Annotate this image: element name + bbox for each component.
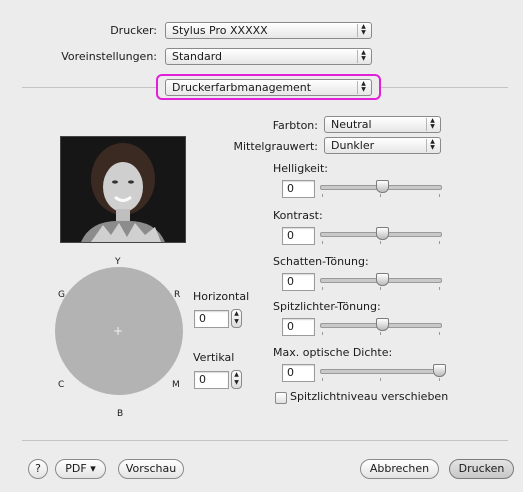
highlight-shift-label: Spitzlichtniveau verschieben xyxy=(290,390,449,403)
highlight-tone-label: Spitzlichter-Tönung: xyxy=(273,300,381,313)
popup-arrows-icon: ▲ ▼ xyxy=(357,81,369,94)
popup-arrows-icon: ▲ ▼ xyxy=(426,118,438,131)
circle-label-m: M xyxy=(172,380,180,390)
help-button[interactable]: ? xyxy=(28,459,48,479)
tone-label: Farbton: xyxy=(272,119,318,132)
printer-label: Drucker: xyxy=(110,24,157,37)
circle-label-c: C xyxy=(58,380,65,390)
slider-knob[interactable] xyxy=(376,227,389,240)
shadow-tone-label: Schatten-Tönung: xyxy=(273,255,369,268)
cancel-button[interactable]: Abbrechen xyxy=(360,459,439,479)
presets-value: Standard xyxy=(172,50,223,63)
circle-center-crosshair: + xyxy=(113,324,124,338)
pdf-button[interactable]: PDF ▾ xyxy=(55,459,106,479)
vertical-stepper[interactable]: ▲ ▼ xyxy=(231,370,242,389)
slider-track xyxy=(320,369,442,374)
slider-tick xyxy=(322,241,323,244)
slider-tick xyxy=(380,241,381,244)
circle-label-g: G xyxy=(58,290,65,300)
tone-popup[interactable]: Neutral ▲ ▼ xyxy=(324,116,441,133)
slider-tick xyxy=(439,241,440,244)
presets-popup[interactable]: Standard ▲ ▼ xyxy=(165,48,372,65)
panel-value: Druckerfarbmanagement xyxy=(172,81,312,94)
highlight-tone-field[interactable]: 0 xyxy=(282,318,315,336)
slider-knob[interactable] xyxy=(433,364,447,377)
slider-tick xyxy=(322,332,323,335)
horizontal-field[interactable]: 0 xyxy=(194,310,229,328)
slider-tick xyxy=(380,332,381,335)
brightness-label: Helligkeit: xyxy=(273,162,329,175)
max-density-label: Max. optische Dichte: xyxy=(273,346,393,359)
tone-value: Neutral xyxy=(331,118,372,131)
slider-tick xyxy=(322,194,323,197)
slider-tick xyxy=(380,194,381,197)
slider-knob[interactable] xyxy=(376,318,389,331)
popup-arrows-icon: ▲ ▼ xyxy=(357,50,369,63)
panel-popup[interactable]: Druckerfarbmanagement ▲ ▼ xyxy=(165,79,372,96)
shadow-tone-slider[interactable] xyxy=(320,273,442,290)
slider-tick xyxy=(439,378,440,381)
slider-tick xyxy=(439,332,440,335)
circle-label-r: R xyxy=(174,290,181,300)
slider-tick xyxy=(380,287,381,290)
popup-arrows-icon: ▲ ▼ xyxy=(357,24,369,37)
gray-popup[interactable]: Dunkler ▲ ▼ xyxy=(324,137,441,154)
gray-label: Mittelgrauwert: xyxy=(233,140,318,153)
max-density-slider[interactable] xyxy=(320,364,447,381)
slider-tick xyxy=(439,194,440,197)
slider-tick xyxy=(322,378,323,381)
slider-tick xyxy=(439,287,440,290)
horizontal-stepper[interactable]: ▲ ▼ xyxy=(231,309,242,328)
max-density-field[interactable]: 0 xyxy=(282,364,315,382)
gray-value: Dunkler xyxy=(331,139,375,152)
brightness-slider[interactable] xyxy=(320,180,442,197)
shadow-tone-field[interactable]: 0 xyxy=(282,273,315,291)
contrast-label: Kontrast: xyxy=(273,209,323,222)
popup-arrows-icon: ▲ ▼ xyxy=(426,139,438,152)
separator xyxy=(22,440,508,441)
highlight-shift-checkbox[interactable] xyxy=(275,392,287,404)
contrast-slider[interactable] xyxy=(320,227,442,244)
print-button[interactable]: Drucken xyxy=(449,459,514,479)
horizontal-label: Horizontal xyxy=(193,290,250,303)
printer-value: Stylus Pro XXXXX xyxy=(172,24,268,37)
contrast-field[interactable]: 0 xyxy=(282,227,315,245)
circle-label-y: Y xyxy=(115,257,121,267)
printer-popup[interactable]: Stylus Pro XXXXX ▲ ▼ xyxy=(165,22,372,39)
highlight-tone-slider[interactable] xyxy=(320,318,442,335)
circle-label-b: B xyxy=(117,409,124,419)
presets-label: Voreinstellungen: xyxy=(61,50,157,63)
vertical-label: Vertikal xyxy=(193,351,235,364)
brightness-field[interactable]: 0 xyxy=(282,180,315,198)
slider-knob[interactable] xyxy=(376,180,389,193)
slider-knob[interactable] xyxy=(376,273,389,286)
slider-tick xyxy=(380,378,381,381)
preview-button[interactable]: Vorschau xyxy=(118,459,184,479)
portrait-image xyxy=(61,137,185,242)
slider-tick xyxy=(322,287,323,290)
preview-photo xyxy=(60,136,186,243)
vertical-field[interactable]: 0 xyxy=(194,371,229,389)
